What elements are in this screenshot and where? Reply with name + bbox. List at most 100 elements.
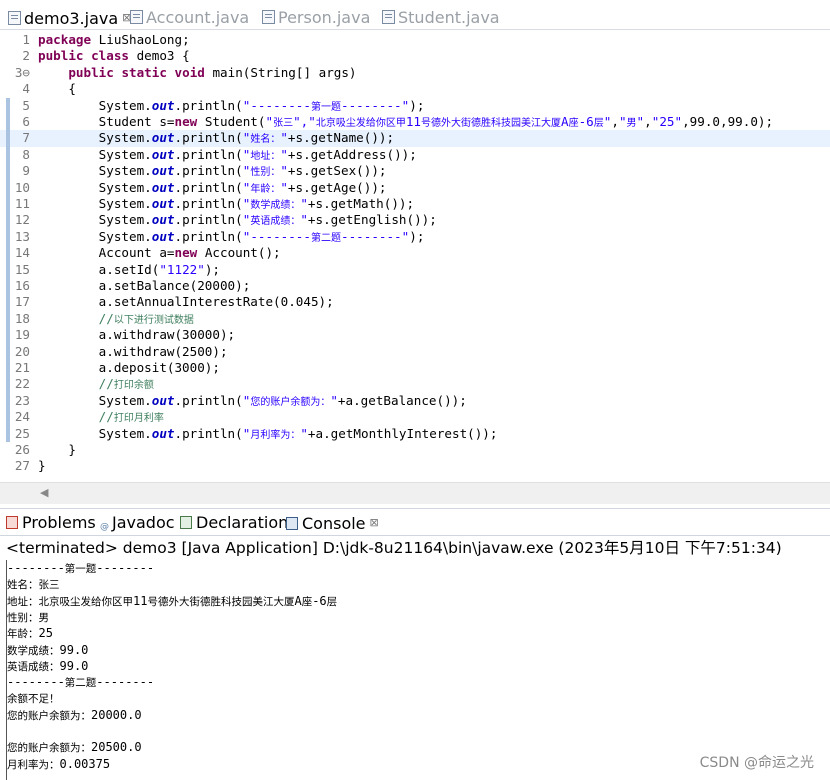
code-token: "25"	[651, 114, 683, 129]
code-line[interactable]: 22 //打印余额	[0, 376, 830, 393]
code-token: Student(	[197, 114, 266, 129]
code-token: .println(	[174, 97, 243, 113]
code-token: LiuShaoLong;	[91, 32, 190, 47]
code-token: );	[204, 261, 220, 277]
tab-demo3-java[interactable]: demo3.java ⊠	[8, 7, 131, 29]
code-editor[interactable]: 1 package LiuShaoLong; 2 public class demo3…	[0, 30, 830, 482]
code-line[interactable]: 21 a.deposit(3000);	[0, 360, 830, 377]
console-line: 数学成绩：99.0	[7, 642, 89, 657]
code-token: +s.getAddress());	[287, 146, 417, 162]
code-line[interactable]: 11 System.out.println("数学成绩："+s.getMath(…	[0, 196, 830, 213]
code-token: 男	[626, 118, 637, 129]
tab-label: Declaration	[196, 513, 289, 532]
code-token: public	[68, 64, 114, 80]
code-token: System.	[38, 425, 152, 441]
line-number: 22	[14, 376, 30, 392]
code-line[interactable]: 12 System.out.println("英语成绩："+s.getEngli…	[0, 212, 830, 229]
code-line[interactable]: 16 a.setBalance(20000);	[0, 278, 830, 295]
code-token: {	[38, 81, 76, 97]
line-number: 11	[14, 196, 30, 211]
code-token: "	[280, 163, 288, 179]
java-file-icon	[130, 10, 143, 24]
java-file-icon	[382, 10, 395, 24]
code-line[interactable]: 10 System.out.println("年龄："+s.getAge());	[0, 179, 830, 196]
code-token: ","	[293, 114, 316, 129]
code-line[interactable]: 9 System.out.println("性别："+s.getSex());	[0, 163, 830, 180]
code-token: main(String[] args)	[204, 64, 357, 80]
line-number: 15	[14, 261, 30, 277]
code-line[interactable]: 26 }	[0, 442, 830, 458]
code-token: ,	[611, 114, 619, 129]
code-token: .println(	[174, 179, 243, 195]
tab-account-java[interactable]: Account.java	[130, 7, 249, 29]
code-line[interactable]: 13 System.out.println("--------第二题------…	[0, 228, 830, 246]
code-token: System.	[38, 146, 152, 162]
code-line[interactable]: 19 a.withdraw(30000);	[0, 327, 830, 344]
line-number: 26	[14, 442, 30, 457]
line-number: 19	[14, 327, 30, 343]
code-token: out	[151, 392, 175, 408]
java-file-icon	[8, 11, 21, 25]
code-token: System.	[38, 196, 152, 211]
scroll-left-icon[interactable]: ◀	[40, 486, 48, 499]
line-number: 8	[22, 146, 30, 162]
code-line[interactable]: 20 a.withdraw(2500);	[0, 343, 830, 360]
tab-console[interactable]: Console ⊠	[286, 513, 379, 533]
code-line[interactable]: 7 System.out.println("姓名："+s.getName());	[0, 130, 830, 147]
code-token: ,	[644, 114, 652, 129]
code-line[interactable]: 18 //以下进行测试数据	[0, 310, 830, 328]
code-token: package	[38, 32, 92, 47]
code-line[interactable]: 1 package LiuShaoLong;	[0, 32, 830, 48]
console-line: 余额不足！	[7, 693, 60, 706]
code-token: out	[151, 130, 175, 146]
code-line[interactable]: 25 System.out.println("月利率为："+a.getMonth…	[0, 425, 830, 442]
code-token: //	[98, 376, 114, 392]
code-token: System.	[38, 228, 152, 244]
console-line: 姓名：张三	[7, 579, 60, 592]
code-line[interactable]: 24 //打印月利率	[0, 409, 830, 426]
code-token: out	[151, 163, 175, 179]
view-tab-bar: Problems @ Javadoc Declaration Console ⊠	[0, 508, 830, 536]
code-line[interactable]: 8 System.out.println("地址："+s.getAddress(…	[0, 146, 830, 164]
code-line[interactable]: 23 System.out.println("您的账户余额为："+a.getBa…	[0, 392, 830, 410]
code-line[interactable]: 17 a.setAnnualInterestRate(0.045);	[0, 294, 830, 311]
tab-student-java[interactable]: Student.java	[382, 7, 500, 29]
line-number: 18	[14, 310, 30, 326]
code-line[interactable]: 14 Account a=new Account();	[0, 245, 830, 262]
code-text: a.setId("1122");	[38, 262, 220, 278]
console-output[interactable]: --------第一题-------- 姓名：张三 地址：北京吸尘发给你区甲11号德…	[6, 560, 830, 780]
code-line[interactable]: 4 {	[0, 81, 830, 97]
console-line: 年龄：25	[7, 626, 53, 641]
code-line[interactable]: 6 Student s=new Student("张三","北京吸尘发给你区甲1…	[0, 114, 830, 131]
line-number: 12	[14, 212, 30, 228]
tab-problems[interactable]: Problems	[6, 513, 96, 533]
code-token: 月利率为：	[250, 429, 301, 441]
code-token: "	[280, 179, 288, 195]
code-text: Account a=new Account();	[38, 245, 281, 261]
code-token: static	[121, 64, 167, 80]
code-line[interactable]: 27}	[0, 458, 830, 474]
code-line[interactable]: 2 public class demo3 {	[0, 48, 830, 64]
line-number: 4	[22, 81, 30, 97]
tab-javadoc[interactable]: @ Javadoc	[100, 513, 175, 533]
tab-label: demo3.java	[24, 9, 119, 28]
code-token: +a.getBalance());	[337, 392, 467, 408]
close-tab-icon[interactable]: ⊠	[370, 516, 379, 529]
code-line[interactable]: 15 a.setId("1122");	[0, 261, 830, 278]
code-token: out	[151, 97, 175, 113]
code-token: a.withdraw(30000);	[38, 327, 236, 343]
horizontal-scrollbar[interactable]: ◀	[0, 482, 830, 504]
code-token: out	[151, 425, 175, 441]
tab-declaration[interactable]: Declaration	[180, 513, 288, 533]
tab-person-java[interactable]: Person.java	[262, 7, 370, 29]
line-number: 16	[14, 278, 30, 293]
code-line[interactable]: 5 System.out.println("--------第一题-------…	[0, 97, 830, 114]
code-line[interactable]: 3⊖ public static void main(String[] args…	[0, 65, 830, 81]
code-text: public static void main(String[] args)	[38, 64, 357, 81]
code-text: public class demo3 {	[38, 48, 190, 64]
code-token: 11	[405, 114, 421, 129]
